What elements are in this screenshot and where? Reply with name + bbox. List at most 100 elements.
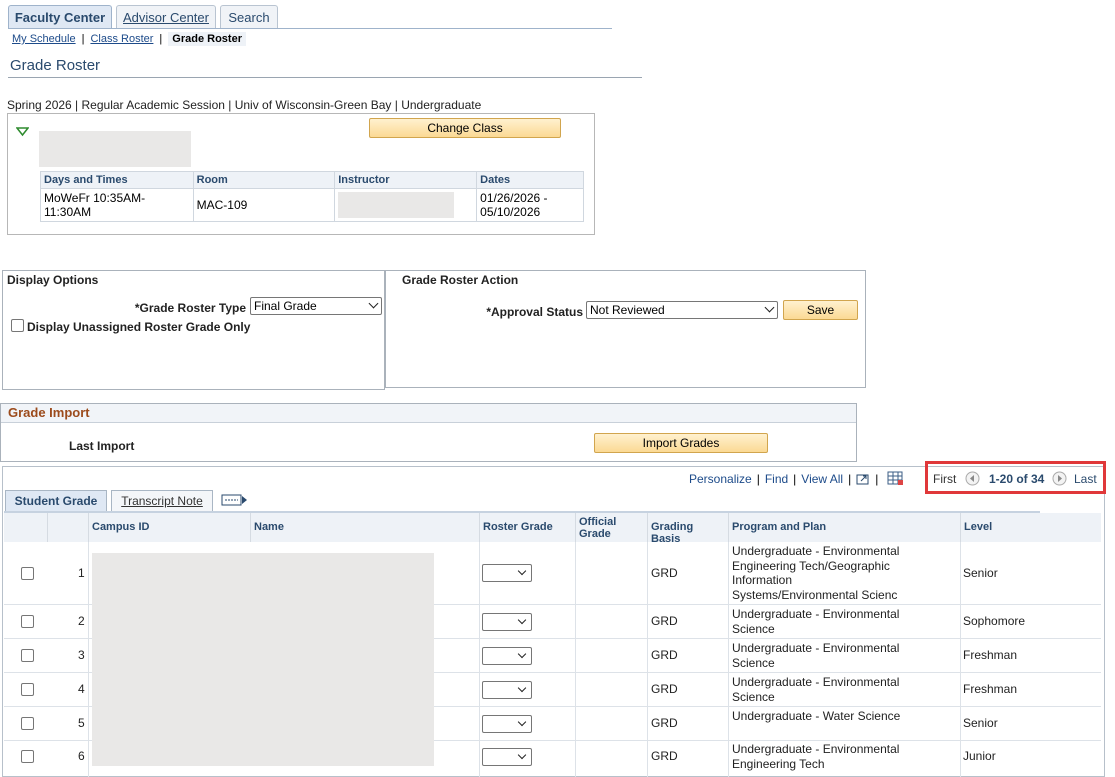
breadcrumb-sep: | bbox=[81, 33, 85, 45]
roster-grade-select[interactable] bbox=[482, 564, 532, 582]
meeting-days-times: MoWeFr 10:35AM-11:30AM bbox=[40, 188, 194, 222]
chevron-down-icon bbox=[517, 649, 527, 659]
col-days-times: Days and Times bbox=[40, 171, 194, 189]
chevron-down-icon bbox=[368, 298, 379, 309]
toolbar-sep: | bbox=[793, 472, 797, 486]
col-grading-basis: Grading Basis bbox=[648, 513, 729, 545]
program-plan: Undergraduate - Environmental Science bbox=[732, 675, 900, 704]
save-button[interactable]: Save bbox=[783, 300, 858, 320]
col-room: Room bbox=[192, 171, 336, 189]
col-row-number bbox=[48, 513, 89, 542]
roster-grade-select[interactable] bbox=[482, 748, 532, 766]
grade-roster-action-title: Grade Roster Action bbox=[402, 273, 519, 287]
view-all-link[interactable]: View All bbox=[801, 472, 843, 486]
last-label[interactable]: Last bbox=[1074, 472, 1097, 486]
approval-status-select[interactable]: Not Reviewed bbox=[586, 301, 778, 319]
row-number: 2 bbox=[78, 614, 85, 628]
grade-import-title: Grade Import bbox=[8, 405, 90, 420]
page-range: 1-20 of 34 bbox=[989, 472, 1045, 486]
display-options-title: Display Options bbox=[7, 273, 99, 287]
row-select-checkbox[interactable] bbox=[21, 567, 34, 580]
roster-type-value: Final Grade bbox=[254, 299, 317, 313]
approval-status-label: *Approval Status bbox=[486, 305, 583, 319]
current-grade-roster: Grade Roster bbox=[168, 32, 246, 46]
row-select-checkbox[interactable] bbox=[21, 615, 34, 628]
roster-type-label: *Grade Roster Type bbox=[134, 301, 246, 315]
tab-advisor-center-label: Advisor Center bbox=[123, 10, 209, 25]
row-select-checkbox[interactable] bbox=[21, 717, 34, 730]
next-page-icon[interactable] bbox=[1052, 471, 1067, 486]
collapse-triangle-icon[interactable] bbox=[16, 127, 29, 137]
unassigned-checkbox[interactable] bbox=[11, 319, 24, 332]
roster-grade-select[interactable] bbox=[482, 681, 532, 699]
link-my-schedule[interactable]: My Schedule bbox=[12, 33, 76, 45]
tab-student-grade[interactable]: Student Grade bbox=[5, 490, 107, 511]
download-spreadsheet-icon[interactable] bbox=[887, 471, 904, 486]
roster-type-select[interactable]: Final Grade bbox=[250, 297, 382, 315]
roster-grade-select[interactable] bbox=[482, 647, 532, 665]
col-select bbox=[4, 513, 48, 542]
approval-status-value: Not Reviewed bbox=[590, 303, 665, 317]
program-plan: Undergraduate - Environmental Engineerin… bbox=[732, 742, 900, 771]
term-info: Spring 2026 | Regular Academic Session |… bbox=[7, 98, 482, 112]
level: Senior bbox=[963, 716, 998, 730]
find-link[interactable]: Find bbox=[765, 472, 788, 486]
grading-basis: GRD bbox=[651, 682, 678, 696]
link-class-roster[interactable]: Class Roster bbox=[90, 33, 153, 45]
grade-roster-action-box bbox=[385, 270, 866, 388]
show-all-columns-icon[interactable] bbox=[221, 493, 248, 507]
col-roster-grade: Roster Grade bbox=[480, 513, 576, 542]
change-class-button[interactable]: Change Class bbox=[369, 118, 561, 138]
tab-faculty-center[interactable]: Faculty Center bbox=[8, 5, 112, 29]
toolbar-sep: | bbox=[848, 472, 852, 486]
program-plan: Undergraduate - Environmental Science bbox=[732, 641, 900, 670]
level: Freshman bbox=[963, 682, 1018, 696]
first-label[interactable]: First bbox=[933, 472, 956, 486]
import-grades-button[interactable]: Import Grades bbox=[594, 433, 768, 453]
page-title: Grade Roster bbox=[10, 57, 101, 74]
grade-import-header bbox=[1, 404, 856, 423]
col-instructor: Instructor bbox=[334, 171, 478, 189]
tab-divider bbox=[8, 28, 612, 29]
level: Sophomore bbox=[963, 614, 1026, 628]
level: Freshman bbox=[963, 648, 1018, 662]
roster-grade-select[interactable] bbox=[482, 613, 532, 631]
col-dates: Dates bbox=[476, 171, 584, 189]
row-select-checkbox[interactable] bbox=[21, 683, 34, 696]
roster-grade-select[interactable] bbox=[482, 715, 532, 733]
row-number: 1 bbox=[78, 566, 85, 580]
chevron-down-icon bbox=[764, 302, 775, 313]
redacted-class-name bbox=[39, 131, 191, 167]
meeting-table: Days and Times Room Instructor Dates MoW… bbox=[40, 171, 584, 222]
chevron-down-icon bbox=[517, 615, 527, 625]
tab-transcript-note[interactable]: Transcript Note bbox=[111, 490, 213, 511]
program-plan: Undergraduate - Environmental Engineerin… bbox=[732, 544, 900, 602]
meeting-room: MAC-109 bbox=[192, 188, 336, 222]
row-number: 6 bbox=[78, 749, 85, 763]
chevron-down-icon bbox=[517, 750, 527, 760]
zoom-icon[interactable] bbox=[856, 473, 870, 486]
toolbar-sep: | bbox=[756, 472, 760, 486]
col-name: Name bbox=[251, 513, 480, 542]
tab-advisor-center[interactable]: Advisor Center bbox=[116, 5, 216, 29]
grading-basis: GRD bbox=[651, 648, 678, 662]
grading-basis: GRD bbox=[651, 614, 678, 628]
col-level: Level bbox=[961, 513, 1101, 542]
row-select-checkbox[interactable] bbox=[21, 649, 34, 662]
tab-transcript-note-label: Transcript Note bbox=[121, 494, 203, 508]
previous-page-icon[interactable] bbox=[965, 471, 980, 486]
row-number: 5 bbox=[78, 716, 85, 730]
grid-toolbar: Personalize | Find | View All | | bbox=[689, 472, 878, 486]
last-import-label: Last Import bbox=[69, 439, 135, 453]
row-number: 3 bbox=[78, 648, 85, 662]
toolbar-sep: | bbox=[875, 472, 879, 486]
tab-search-label: Search bbox=[228, 10, 270, 25]
chevron-down-icon bbox=[517, 683, 527, 693]
personalize-link[interactable]: Personalize bbox=[689, 472, 752, 486]
breadcrumb-sep: | bbox=[159, 33, 163, 45]
row-select-checkbox[interactable] bbox=[21, 750, 34, 763]
chevron-down-icon bbox=[517, 717, 527, 727]
tab-search[interactable]: Search bbox=[220, 5, 278, 29]
grading-basis: GRD bbox=[651, 566, 678, 580]
meeting-instructor bbox=[334, 188, 478, 222]
